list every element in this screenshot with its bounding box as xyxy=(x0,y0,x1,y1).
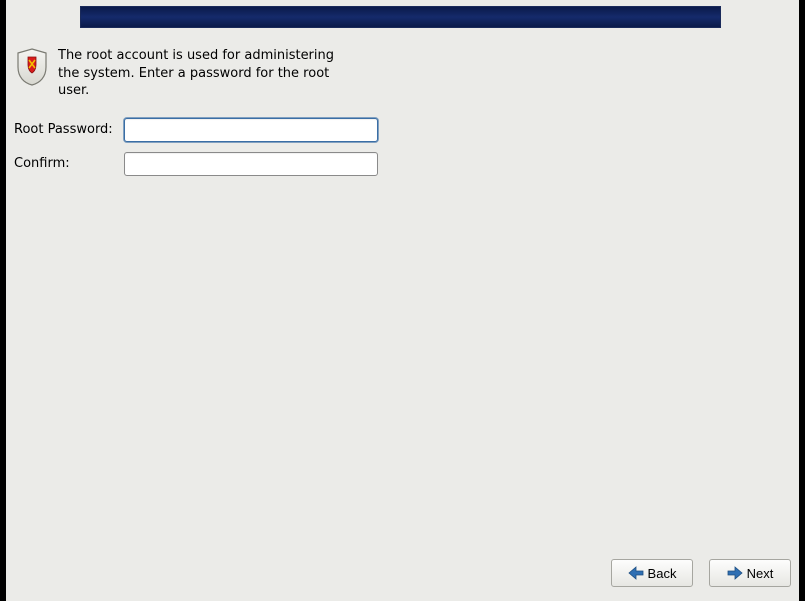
installer-panel: The root account is used for administeri… xyxy=(6,0,799,601)
footer-buttons: Back Next xyxy=(611,559,791,587)
next-button[interactable]: Next xyxy=(709,559,791,587)
arrow-right-icon xyxy=(727,566,743,580)
back-button[interactable]: Back xyxy=(611,559,693,587)
confirm-label: Confirm: xyxy=(14,156,124,171)
confirm-input[interactable] xyxy=(124,152,378,176)
instruction-row: The root account is used for administeri… xyxy=(14,45,394,100)
back-button-label: Back xyxy=(648,566,677,581)
content-area: The root account is used for administeri… xyxy=(14,45,394,186)
root-password-input[interactable] xyxy=(124,118,378,142)
next-button-label: Next xyxy=(747,566,774,581)
arrow-left-icon xyxy=(628,566,644,580)
header-banner xyxy=(80,6,721,28)
instruction-text: The root account is used for administeri… xyxy=(58,45,348,100)
root-password-row: Root Password: xyxy=(14,118,394,142)
shield-icon xyxy=(14,47,50,87)
confirm-row: Confirm: xyxy=(14,152,394,176)
root-password-label: Root Password: xyxy=(14,122,124,137)
